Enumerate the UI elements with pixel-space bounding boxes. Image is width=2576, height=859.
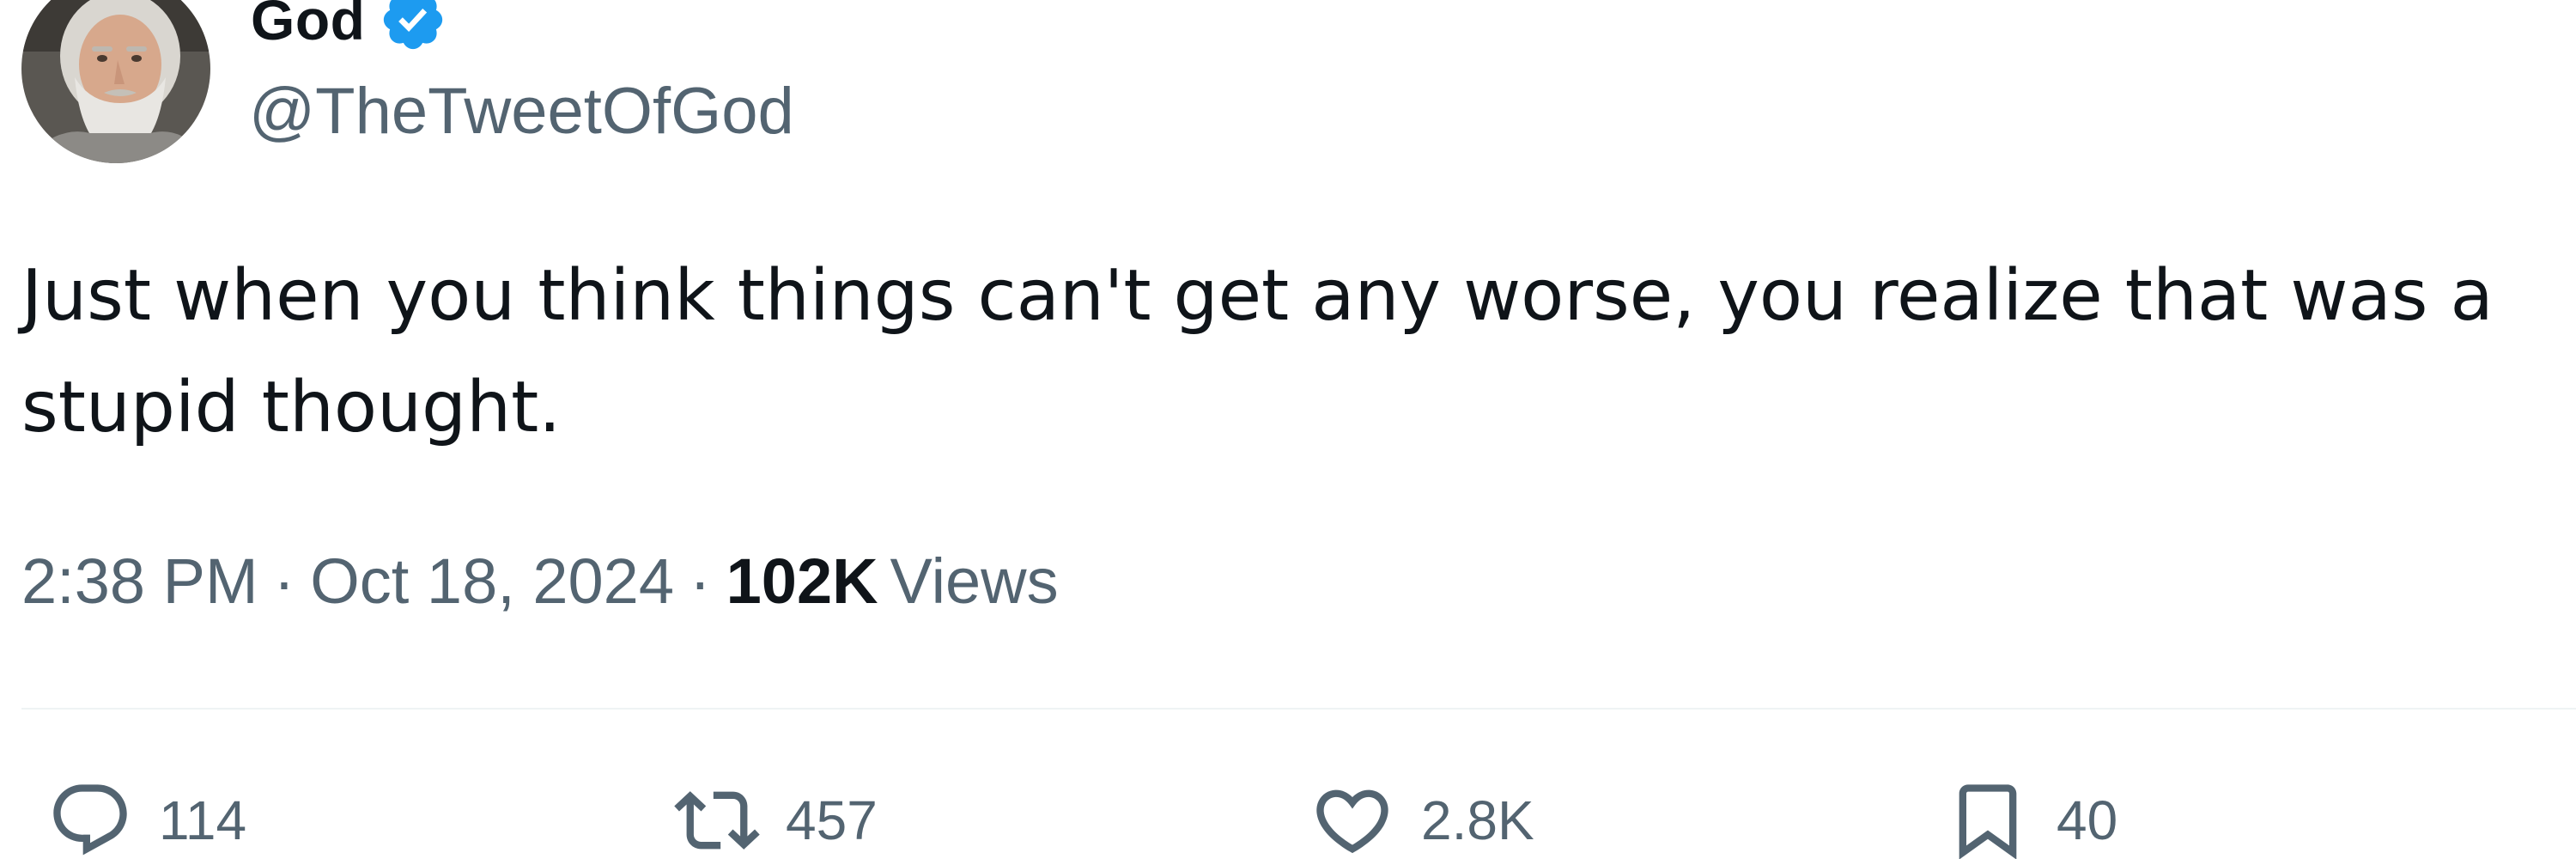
tweet-meta: 2:38 PM · Oct 18, 2024 · 102K Views: [21, 550, 1059, 613]
tweet-text: Just when you think things can't get any…: [21, 255, 2494, 448]
bookmark-count: 40: [2057, 789, 2118, 851]
name-row: God: [251, 0, 447, 52]
avatar-image: [21, 0, 210, 163]
reply-button[interactable]: 114: [47, 777, 246, 859]
tweet-card: God @TheTweetOfGod Just when you think t…: [0, 0, 2576, 859]
avatar[interactable]: [21, 0, 210, 163]
bookmark-icon: [1945, 777, 2031, 859]
meta-separator: ·: [689, 545, 711, 617]
user-handle[interactable]: @TheTweetOfGod: [249, 79, 794, 144]
meta-separator: ·: [273, 545, 295, 617]
retweet-count: 457: [786, 789, 878, 851]
display-name[interactable]: God: [251, 0, 365, 52]
reply-count: 114: [159, 789, 247, 851]
like-count: 2.8K: [1421, 789, 1534, 851]
heart-icon: [1309, 777, 1395, 859]
views-count: 102K: [726, 545, 878, 617]
retweet-icon: [674, 777, 760, 859]
divider: [21, 708, 2576, 710]
reply-icon: [47, 777, 133, 859]
views-label: Views: [890, 545, 1059, 617]
tweet-date[interactable]: Oct 18, 2024: [310, 545, 674, 617]
verified-badge-icon[interactable]: [379, 0, 447, 54]
retweet-button[interactable]: 457: [674, 777, 878, 859]
bookmark-button[interactable]: 40: [1945, 777, 2117, 859]
tweet-time[interactable]: 2:38 PM: [21, 545, 258, 617]
like-button[interactable]: 2.8K: [1309, 777, 1534, 859]
